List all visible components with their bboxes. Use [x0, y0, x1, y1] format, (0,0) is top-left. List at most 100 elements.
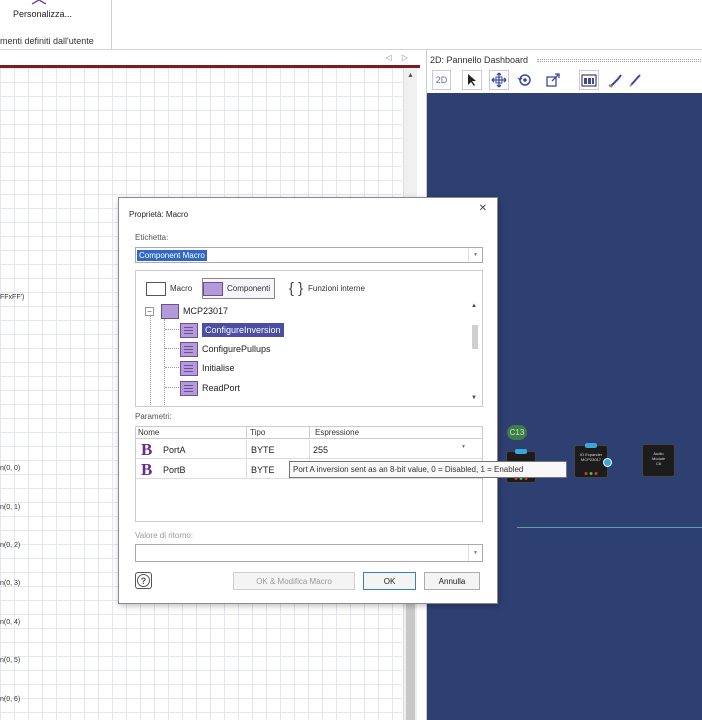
scroll-up-icon[interactable]: ▲ [407, 72, 414, 79]
tree-guide [165, 329, 179, 330]
component-io-expander[interactable]: IO Expander MCP23017 [574, 443, 612, 478]
code-line: n(0, 1) [0, 504, 21, 511]
cancel-button[interactable]: Annulla [424, 572, 480, 590]
view-2d-button[interactable]: 2D [432, 70, 451, 90]
tab-components-label: Componenti [227, 284, 271, 293]
macro-icon [180, 360, 198, 376]
help-icon: ? [137, 574, 150, 587]
tree-guide [164, 319, 165, 406]
dashboard-toolbar: 2D [427, 68, 702, 92]
customize-button[interactable]: Personalizza... [13, 9, 72, 19]
chip-leds [584, 472, 598, 475]
code-line: n(0, 0) [0, 465, 21, 472]
macro-icon [146, 281, 166, 296]
collapse-icon[interactable]: − [145, 307, 154, 316]
tree-item-initialise[interactable]: Initialise [180, 359, 235, 377]
params-caption: Parametri: [135, 412, 172, 421]
tree-guide [150, 309, 151, 406]
customize-icon [31, 0, 47, 5]
tab-internal-functions[interactable]: { } Funzioni interne [288, 278, 365, 299]
chevron-down-icon[interactable]: ▼ [468, 248, 482, 262]
tree-guide [165, 348, 179, 349]
zoom-fit-icon [546, 73, 560, 87]
ribbon-separator [111, 0, 112, 50]
zoom-fit-button[interactable] [543, 70, 563, 90]
tree-item-configure-inversion[interactable]: ConfigureInversion [180, 321, 284, 339]
view-2d-label: 2D [435, 75, 448, 85]
label-caption: Etichetta: [135, 233, 169, 242]
label-combobox[interactable]: Component Macro ▼ [135, 247, 483, 263]
pointer-icon [468, 74, 476, 86]
rotate-button[interactable] [515, 70, 535, 90]
component-c13[interactable]: C13 [507, 425, 527, 440]
paint-button[interactable] [625, 70, 645, 90]
macro-tree[interactable]: − MCP23017 ConfigureInversion ConfigureP… [135, 301, 483, 407]
scroll-down-icon[interactable]: ▼ [471, 395, 477, 401]
macro-source-tabs: Macro Componenti { } Funzioni interne [135, 270, 483, 301]
tab-macro[interactable]: Macro [146, 278, 192, 299]
chip-badge-icon [603, 458, 612, 467]
move-icon [491, 72, 507, 88]
code-line: n(0, 4) [0, 619, 21, 626]
param-type: BYTE [251, 465, 275, 475]
param-row-porta[interactable]: B PortA BYTE 255 ▼ [136, 440, 482, 459]
return-caption: Valore di ritorno: [135, 531, 194, 540]
return-value-combobox[interactable]: ▼ [135, 544, 483, 562]
macro-properties-dialog: Proprietà: Macro ✕ Etichetta: Component … [118, 197, 498, 604]
params-header: Nome Tipo Espressione [136, 427, 482, 439]
ribbon-group-label: menti definiti dall'utente [0, 36, 94, 46]
pan-button[interactable] [489, 70, 509, 90]
tree-item-label: ConfigurePullups [202, 344, 271, 354]
ok-button[interactable]: OK [363, 572, 416, 590]
tree-guide [165, 367, 179, 368]
chip-cap [585, 443, 597, 448]
brush-icon [629, 74, 641, 87]
tab-scroll-arrows[interactable]: ◁ ▷ [385, 53, 412, 62]
chevron-down-icon[interactable]: ▼ [461, 444, 466, 450]
col-expression: Espressione [315, 428, 360, 437]
rotate-icon [517, 74, 531, 86]
code-line: n(0, 2) [0, 542, 21, 549]
code-line: n(0, 6) [0, 696, 21, 703]
param-name: PortB [163, 465, 186, 475]
macro-icon [180, 322, 198, 338]
scrollbar-thumb[interactable] [472, 325, 478, 349]
code-line: FFxFF') [0, 294, 25, 301]
chevron-down-icon[interactable]: ▼ [468, 545, 482, 561]
tree-root-label: MCP23017 [183, 306, 229, 316]
tree-item-root[interactable]: MCP23017 [161, 302, 228, 320]
tree-item-label: ReadPort [202, 383, 241, 393]
component-folder-icon [161, 303, 179, 319]
tree-guide [165, 387, 179, 388]
chip-cap [515, 449, 527, 454]
connection-line [517, 527, 702, 528]
brace-icon: { } [288, 279, 304, 297]
tools-button[interactable] [606, 70, 626, 90]
code-line: n(0, 5) [0, 657, 21, 664]
tab-macro-label: Macro [170, 284, 193, 293]
panel-view-button[interactable] [579, 70, 599, 90]
component-audio-module[interactable]: Audio Module C6 [642, 444, 675, 477]
col-type: Tipo [250, 428, 266, 437]
tree-item-read-port[interactable]: ReadPort [180, 379, 240, 397]
chip-label-line3: C6 [655, 461, 662, 466]
param-expression-input[interactable]: 255 [313, 445, 328, 455]
close-icon[interactable]: ✕ [479, 203, 487, 214]
title-grip [537, 59, 702, 62]
help-button[interactable]: ? [135, 572, 152, 589]
ok-modify-macro-button[interactable]: OK & Modifica Macro [233, 572, 355, 590]
scroll-up-icon[interactable]: ▲ [471, 303, 477, 309]
pointer-button[interactable] [462, 70, 482, 90]
panel-view-icon [581, 74, 597, 87]
col-name: Nome [138, 428, 160, 437]
parameter-tooltip: Port A inversion sent as an 8-bit value,… [289, 461, 567, 478]
tree-item-label: ConfigureInversion [202, 323, 284, 337]
tree-item-configure-pullups[interactable]: ConfigurePullups [180, 340, 271, 358]
dialog-title: Proprietà: Macro [129, 210, 189, 219]
param-name: PortA [163, 445, 186, 455]
dashboard-title: 2D: Pannello Dashboard [430, 55, 529, 65]
param-type: BYTE [251, 445, 275, 455]
byte-type-icon: B [141, 440, 153, 459]
tree-scrollbar[interactable]: ▲ ▼ [468, 301, 482, 406]
tab-components[interactable]: Componenti [202, 278, 276, 299]
